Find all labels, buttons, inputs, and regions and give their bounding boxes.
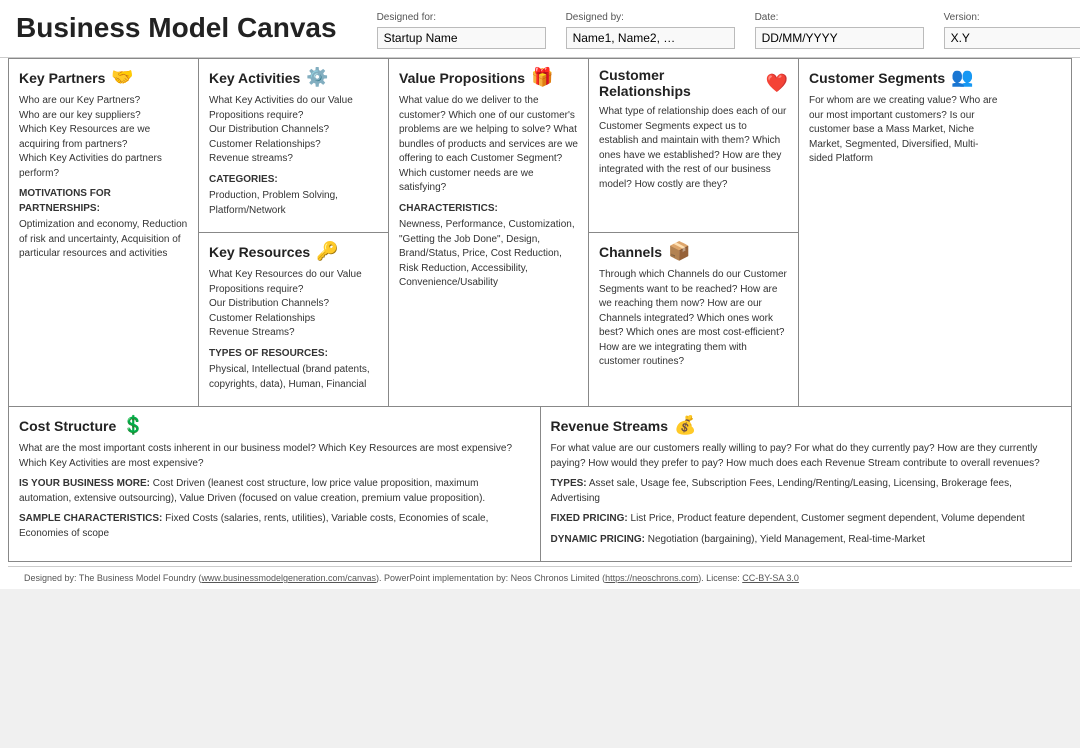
key-partners-icon: 🤝: [111, 67, 133, 88]
kr-types-body: Physical, Intellectual (brand patents, c…: [209, 363, 378, 392]
key-resources-title: Key Resources 🔑: [209, 241, 378, 262]
designed-by-input[interactable]: [566, 27, 735, 49]
ka-categories-body: Production, Problem Solving, Platform/Ne…: [209, 189, 378, 218]
revenue-streams-icon: 💰: [674, 415, 696, 436]
designed-for-field: Designed for:: [377, 12, 546, 49]
date-field: Date:: [755, 12, 924, 49]
value-propositions-title: Value Propositions 🎁: [399, 67, 578, 88]
key-resources-text: Key Resources: [209, 244, 310, 260]
customer-segments-title: Customer Segments 👥: [809, 67, 999, 88]
ka-line-1: What Key Activities do our Value Proposi…: [209, 94, 378, 167]
header: Business Model Canvas Designed for: Desi…: [0, 0, 1080, 58]
page: Business Model Canvas Designed for: Desi…: [0, 0, 1080, 589]
date-input[interactable]: [755, 27, 924, 49]
kp-motivations-body: Optimization and economy, Reduction of r…: [19, 218, 188, 262]
vp-characteristics-body: Newness, Performance, Customization, "Ge…: [399, 218, 578, 291]
rs-q1: For what value are our customers really …: [551, 442, 1062, 471]
designed-for-label: Designed for:: [377, 12, 546, 23]
version-field: Version:: [944, 12, 1080, 49]
business-model-canvas: Key Partners 🤝 Who are our Key Partners?…: [8, 58, 1072, 562]
revenue-streams-body: For what value are our customers really …: [551, 442, 1062, 547]
footer-text: Designed by: The Business Model Foundry …: [24, 573, 799, 583]
footer-link-canvas[interactable]: www.businessmodelgeneration.com/canvas: [201, 573, 376, 583]
channels-icon: 📦: [668, 241, 690, 262]
key-partners-body: Who are our Key Partners?Who are our key…: [19, 94, 188, 262]
designed-by-label: Designed by:: [566, 12, 735, 23]
cost-structure-text: Cost Structure: [19, 418, 116, 434]
customer-relationships-icon: ❤️: [766, 73, 788, 94]
customer-segments-cell: Customer Segments 👥 For whom are we crea…: [799, 59, 1009, 406]
key-activities-body: What Key Activities do our Value Proposi…: [209, 94, 378, 218]
customer-relationships-title: Customer Relationships ❤️: [599, 67, 788, 99]
value-propositions-text: Value Propositions: [399, 70, 525, 86]
key-activities-title: Key Activities ⚙️: [209, 67, 378, 88]
designed-by-field: Designed by:: [566, 12, 735, 49]
footer-link-license[interactable]: CC-BY-SA 3.0: [742, 573, 799, 583]
customer-relationships-body: What type of relationship does each of o…: [599, 105, 788, 192]
kp-motivations-heading: MOTIVATIONS FOR PARTNERSHIPS:: [19, 187, 188, 216]
vp-line-1: What value do we deliver to the customer…: [399, 94, 578, 196]
cs-q1: What are the most important costs inhere…: [19, 442, 530, 471]
bottom-row: Cost Structure 💲 What are the most impor…: [9, 407, 1071, 561]
kr-types-heading: TYPES OF RESOURCES:: [209, 347, 378, 362]
channels-text: Channels: [599, 244, 662, 260]
revenue-streams-title: Revenue Streams 💰: [551, 415, 1062, 436]
key-resources-cell: Key Resources 🔑 What Key Resources do ou…: [199, 233, 388, 406]
cs-driven: IS YOUR BUSINESS MORE: Cost Driven (lean…: [19, 477, 530, 506]
designed-for-input[interactable]: [377, 27, 546, 49]
customer-segments-text: Customer Segments: [809, 70, 945, 86]
ch-line-1: Through which Channels do our Customer S…: [599, 268, 788, 370]
channels-body: Through which Channels do our Customer S…: [599, 268, 788, 370]
kp-line-1: Who are our Key Partners?Who are our key…: [19, 94, 188, 181]
key-partners-cell: Key Partners 🤝 Who are our Key Partners?…: [9, 59, 199, 406]
rs-fixed: FIXED PRICING: List Price, Product featu…: [551, 512, 1062, 527]
top-row: Key Partners 🤝 Who are our Key Partners?…: [9, 59, 1071, 407]
cs-line-1: For whom are we creating value? Who are …: [809, 94, 999, 167]
meta-fields: Designed for: Designed by: Date: Version…: [377, 12, 1080, 49]
key-partners-title: Key Partners 🤝: [19, 67, 188, 88]
customer-relationships-text: Customer Relationships: [599, 67, 760, 99]
cost-structure-body: What are the most important costs inhere…: [19, 442, 530, 541]
key-partners-text: Key Partners: [19, 70, 105, 86]
customer-segments-icon: 👥: [951, 67, 973, 88]
footer: Designed by: The Business Model Foundry …: [8, 566, 1072, 589]
kr-line-1: What Key Resources do our Value Proposit…: [209, 268, 378, 341]
cost-structure-icon: 💲: [122, 415, 144, 436]
key-activities-cell: Key Activities ⚙️ What Key Activities do…: [199, 59, 388, 233]
ka-categories-heading: CATEGORIES:: [209, 173, 378, 188]
customer-relationships-cell: Customer Relationships ❤️ What type of r…: [589, 59, 798, 233]
value-propositions-body: What value do we deliver to the customer…: [399, 94, 578, 291]
cost-structure-title: Cost Structure 💲: [19, 415, 530, 436]
channels-title: Channels 📦: [599, 241, 788, 262]
value-propositions-icon: 🎁: [531, 67, 553, 88]
revenue-streams-text: Revenue Streams: [551, 418, 669, 434]
key-activities-resources-col: Key Activities ⚙️ What Key Activities do…: [199, 59, 389, 406]
version-label: Version:: [944, 12, 1080, 23]
key-resources-icon: 🔑: [316, 241, 338, 262]
revenue-streams-cell: Revenue Streams 💰 For what value are our…: [541, 407, 1072, 561]
page-title: Business Model Canvas: [16, 12, 337, 44]
rs-types: TYPES: Asset sale, Usage fee, Subscripti…: [551, 477, 1062, 506]
channels-cell: Channels 📦 Through which Channels do our…: [589, 233, 798, 406]
key-activities-text: Key Activities: [209, 70, 300, 86]
footer-link-neos[interactable]: https://neoschrons.com: [605, 573, 698, 583]
cr-line-1: What type of relationship does each of o…: [599, 105, 788, 192]
key-activities-icon: ⚙️: [306, 67, 328, 88]
value-propositions-cell: Value Propositions 🎁 What value do we de…: [389, 59, 589, 406]
cust-rel-channels-col: Customer Relationships ❤️ What type of r…: [589, 59, 799, 406]
customer-segments-body: For whom are we creating value? Who are …: [809, 94, 999, 167]
version-input[interactable]: [944, 27, 1080, 49]
cs-characteristics: SAMPLE CHARACTERISTICS: Fixed Costs (sal…: [19, 512, 530, 541]
rs-dynamic: DYNAMIC PRICING: Negotiation (bargaining…: [551, 533, 1062, 548]
date-label: Date:: [755, 12, 924, 23]
cost-structure-cell: Cost Structure 💲 What are the most impor…: [9, 407, 541, 561]
key-resources-body: What Key Resources do our Value Proposit…: [209, 268, 378, 392]
vp-characteristics-heading: CHARACTERISTICS:: [399, 202, 578, 217]
